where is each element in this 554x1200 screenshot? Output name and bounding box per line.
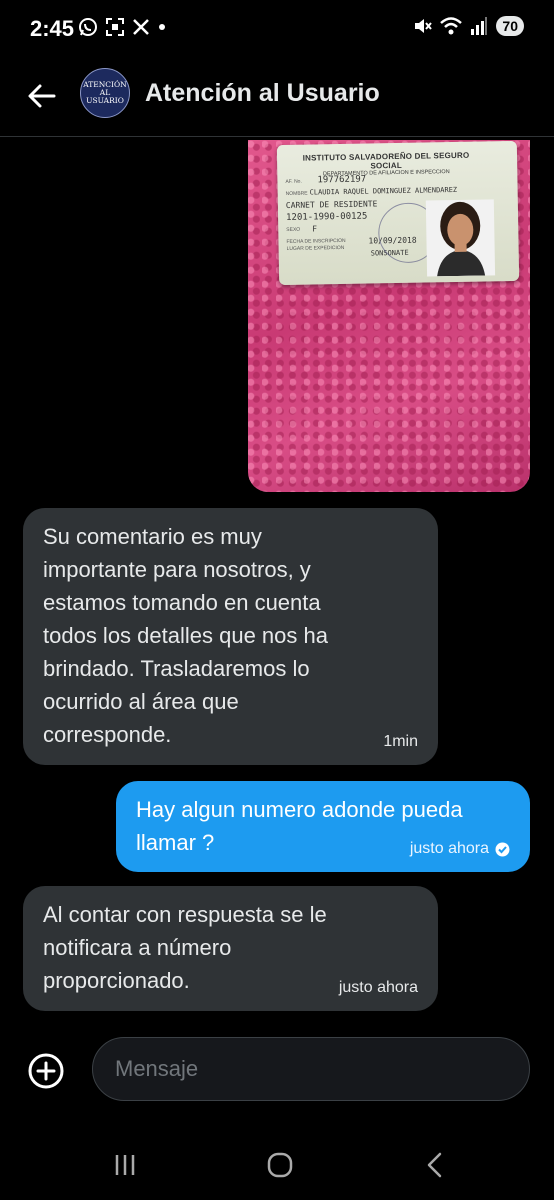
battery-indicator: 70	[496, 16, 524, 36]
system-icons: 70	[412, 16, 524, 36]
clock: 2:45	[30, 16, 75, 41]
back-arrow-icon[interactable]	[26, 80, 58, 112]
portrait-icon	[437, 201, 486, 277]
recent-apps-icon[interactable]	[105, 1145, 145, 1185]
message-bubble-outgoing[interactable]: Hay algun numero adonde pueda llamar ? j…	[116, 781, 530, 872]
sex-label: SEXO	[286, 226, 301, 233]
x-logo-icon	[133, 19, 149, 35]
af-label: AF. No.	[285, 178, 302, 185]
message-bubble-incoming[interactable]: Su comentario es muy importante para nos…	[23, 508, 438, 765]
place-label: LUGAR DE EXPEDICION	[286, 244, 345, 252]
message-timestamp: justo ahora	[410, 840, 510, 858]
card-header: INSTITUTO SALVADOREÑO DEL SEGURO SOCIAL …	[291, 151, 481, 178]
message-input[interactable]	[92, 1037, 530, 1101]
message-bubble-incoming[interactable]: Al contar con respuesta se le notificara…	[23, 886, 438, 1011]
whatsapp-icon	[79, 18, 97, 36]
message-composer	[0, 1030, 554, 1110]
add-attachment-icon[interactable]	[27, 1052, 65, 1090]
date-label: FECHA DE INSCRIPCION	[286, 237, 346, 245]
card-portrait	[425, 199, 496, 277]
home-icon[interactable]	[260, 1145, 300, 1185]
back-nav-icon[interactable]	[415, 1145, 455, 1185]
message-timestamp: 1min	[383, 733, 418, 750]
wifi-icon	[440, 17, 463, 35]
mute-icon	[415, 19, 433, 33]
sex-value: F	[312, 224, 318, 234]
doc-number: 1201-1990-00125	[285, 211, 368, 223]
dot-icon	[159, 24, 165, 30]
message-text: Su comentario es muy importante para nos…	[43, 524, 328, 747]
sent-check-icon	[495, 842, 510, 856]
avatar-text-line2: AL USUARIO	[86, 88, 124, 105]
notification-icons	[78, 17, 167, 37]
af-number: 197762197	[317, 174, 367, 186]
doc-type: CARNET DE RESIDENTE	[285, 199, 378, 210]
scan-icon	[106, 18, 124, 36]
name-label: NOMBRE	[285, 190, 308, 197]
signal-icon	[471, 17, 488, 35]
avatar[interactable]: ATENCIÓN AL USUARIO	[80, 68, 130, 118]
conversation-header: ATENCIÓN AL USUARIO Atención al Usuario	[0, 60, 554, 137]
conversation-title[interactable]: Atención al Usuario	[145, 79, 380, 108]
image-message[interactable]: INSTITUTO SALVADOREÑO DEL SEGURO SOCIAL …	[248, 140, 530, 492]
status-bar: 2:45 70	[0, 0, 554, 60]
system-nav-bar	[0, 1135, 554, 1195]
id-card: INSTITUTO SALVADOREÑO DEL SEGURO SOCIAL …	[276, 140, 520, 286]
message-timestamp: justo ahora	[338, 979, 418, 996]
card-name: CLAUDIA RAQUEL DOMINGUEZ ALMENDAREZ	[309, 185, 458, 197]
